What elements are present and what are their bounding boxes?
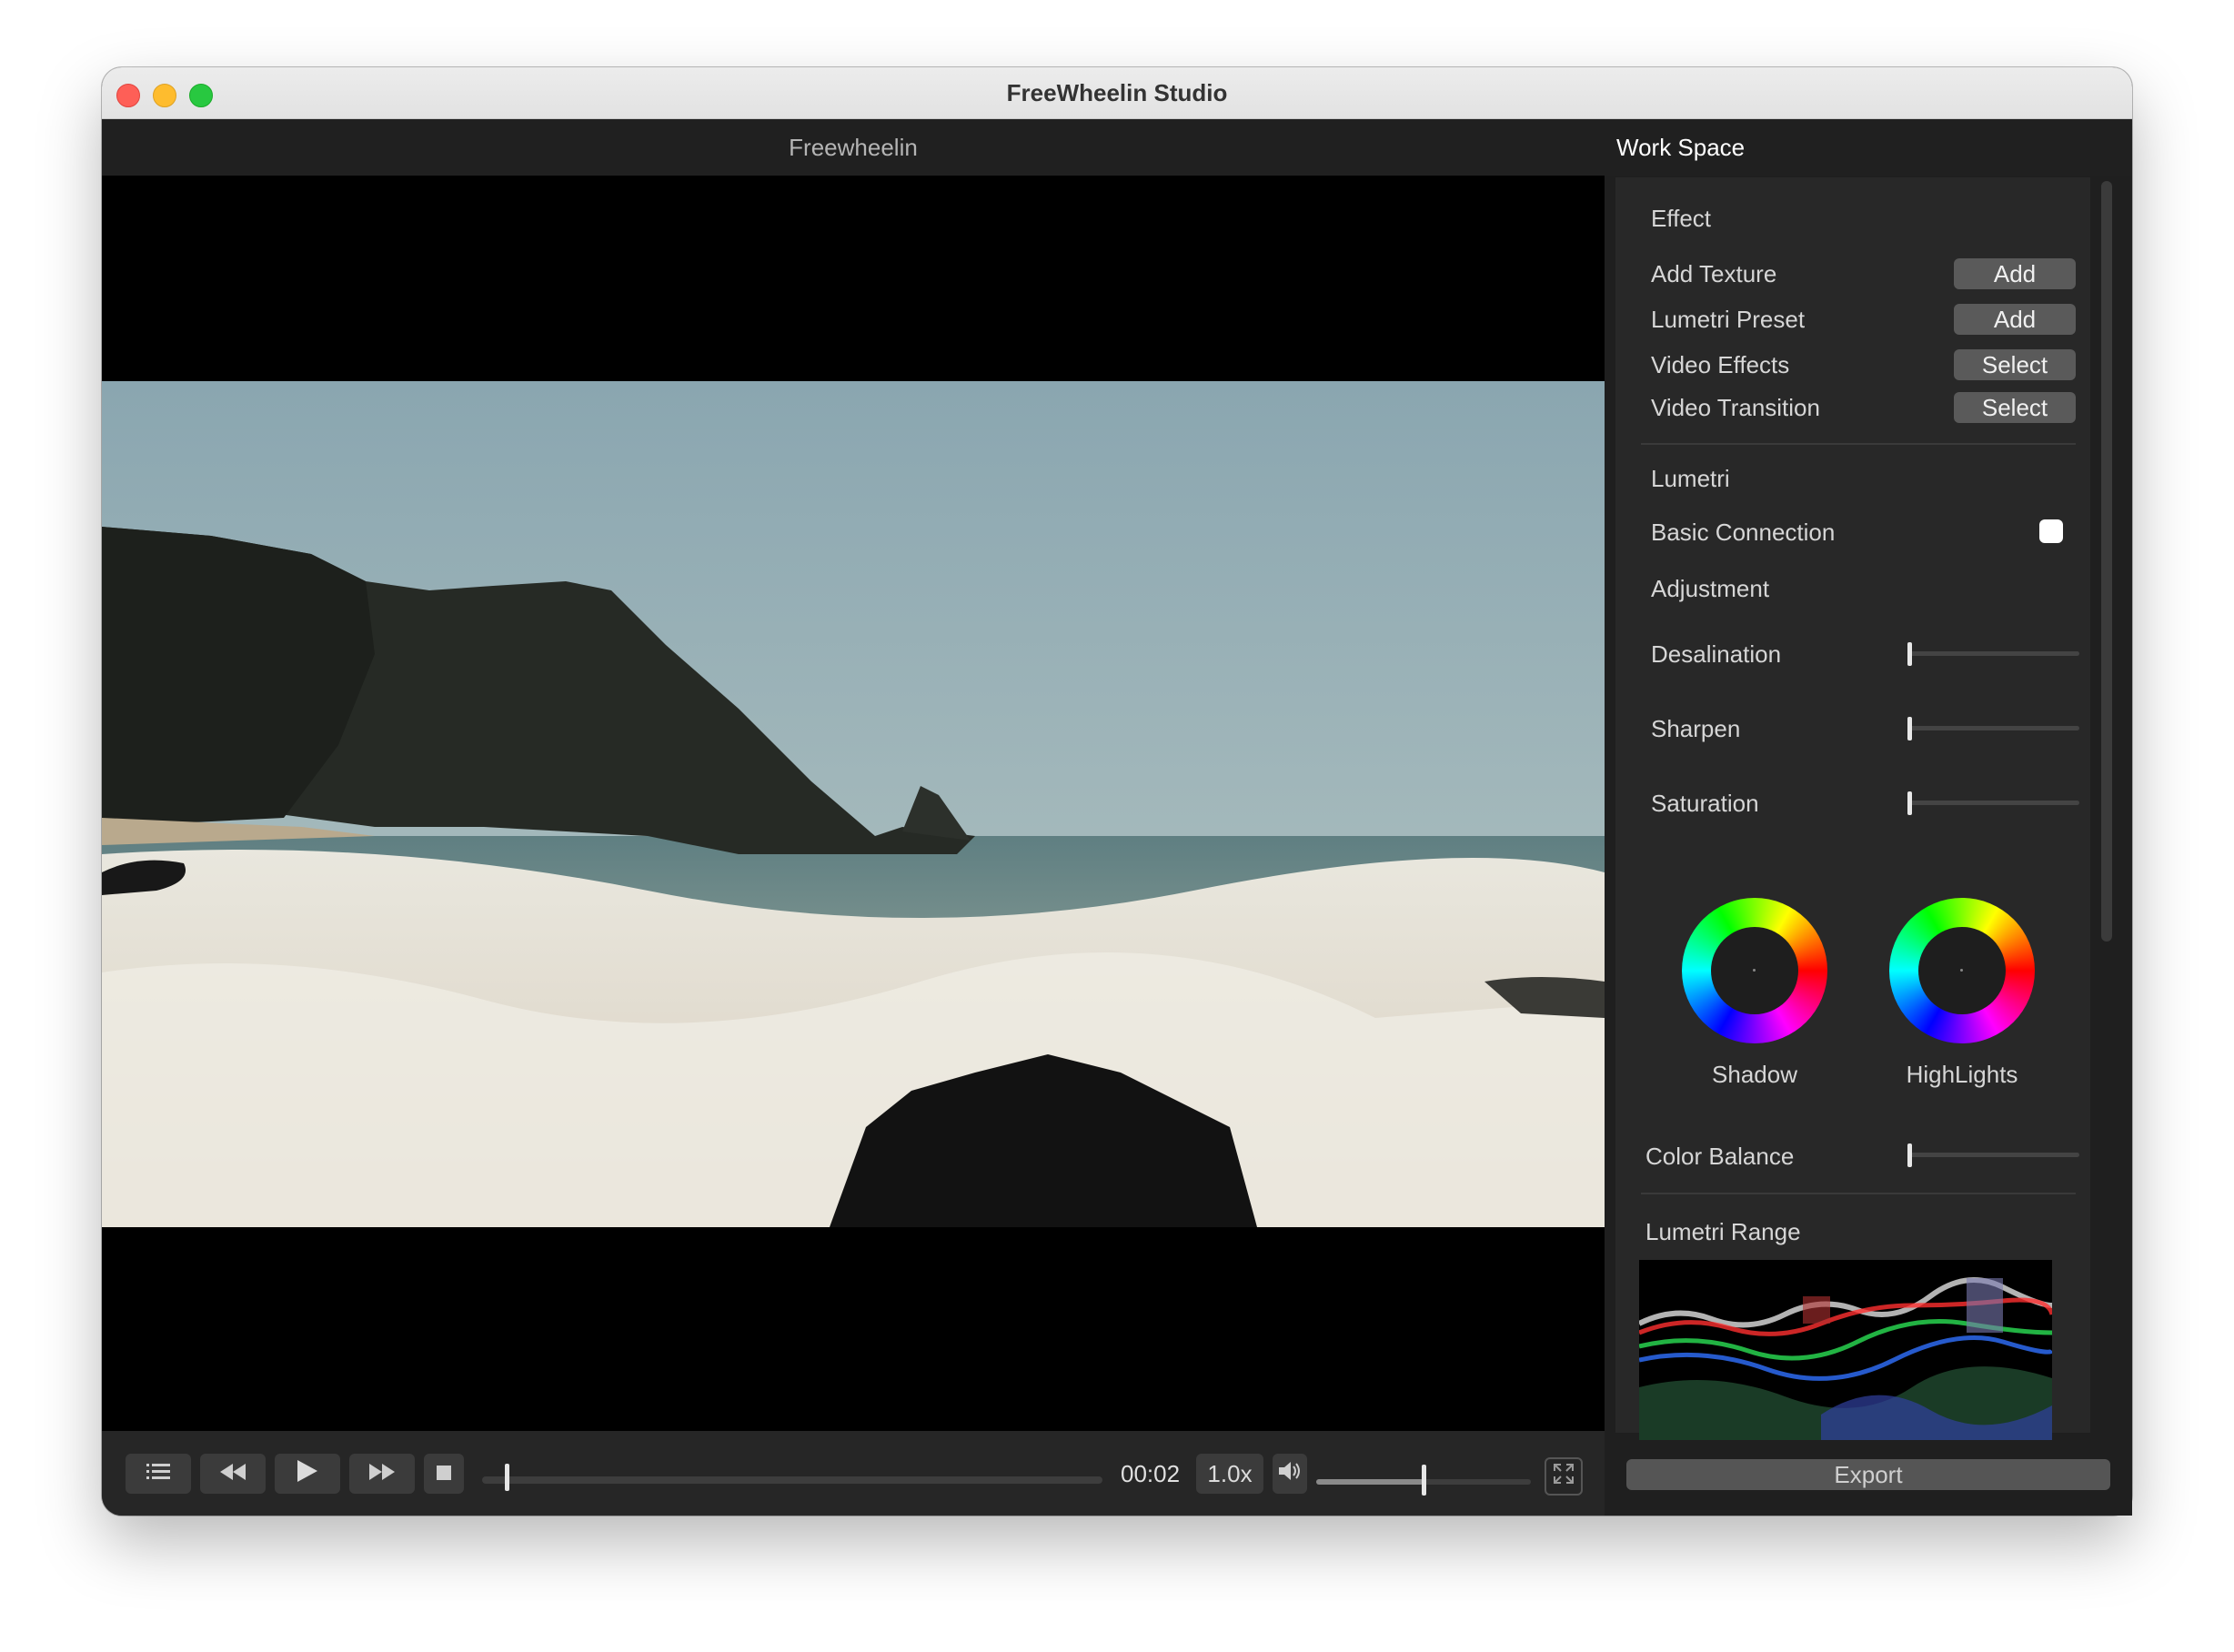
fast-forward-icon bbox=[369, 1462, 395, 1486]
lumetri-divider bbox=[1641, 1193, 2076, 1194]
adjustment-section-title: Adjustment bbox=[1651, 575, 1770, 602]
play-icon bbox=[297, 1460, 317, 1487]
fullscreen-button[interactable] bbox=[1545, 1457, 1583, 1496]
volume-icon bbox=[1279, 1462, 1301, 1486]
add-texture-label: Add Texture bbox=[1651, 260, 1777, 287]
video-effects-label: Video Effects bbox=[1651, 351, 1790, 378]
highlights-label: HighLights bbox=[1906, 1061, 2018, 1088]
video-effects-button[interactable]: Select bbox=[1954, 349, 2076, 380]
video-viewer[interactable] bbox=[102, 176, 1605, 1431]
lumetri-section-title: Lumetri bbox=[1651, 465, 1730, 492]
effect-section-title: Effect bbox=[1651, 205, 1712, 232]
rewind-button[interactable] bbox=[200, 1454, 266, 1494]
workspace-title: Work Space bbox=[1616, 134, 1746, 161]
title-bar: FreeWheelin Studio bbox=[102, 67, 2132, 119]
mute-button[interactable] bbox=[1273, 1454, 1307, 1494]
lumetri-preset-button[interactable]: Add bbox=[1954, 304, 2076, 335]
desalination-slider-thumb[interactable] bbox=[1907, 642, 1912, 666]
lumetri-range-title: Lumetri Range bbox=[1645, 1218, 1801, 1245]
stop-icon bbox=[437, 1462, 451, 1486]
waveform-scope-graphic bbox=[1639, 1260, 2052, 1440]
header-bar: Freewheelin Work Space bbox=[102, 119, 2132, 176]
desalination-label: Desalination bbox=[1651, 640, 1782, 668]
rewind-icon bbox=[220, 1462, 246, 1486]
sharpen-label: Sharpen bbox=[1651, 715, 1741, 742]
color-balance-label: Color Balance bbox=[1645, 1143, 1795, 1170]
basic-connection-label: Basic Connection bbox=[1651, 519, 1836, 546]
saturation-label: Saturation bbox=[1651, 790, 1759, 817]
volume-thumb[interactable] bbox=[1422, 1465, 1426, 1496]
timeline-slider[interactable] bbox=[482, 1476, 1102, 1484]
timeline-playhead[interactable] bbox=[505, 1464, 509, 1491]
viewer-title: Freewheelin bbox=[789, 134, 918, 161]
desalination-slider[interactable] bbox=[1908, 651, 2079, 656]
highlights-wheel-indicator[interactable] bbox=[1960, 969, 1963, 972]
play-button[interactable] bbox=[275, 1454, 340, 1494]
video-frame bbox=[102, 381, 1605, 1227]
playback-speed-button[interactable]: 1.0x bbox=[1196, 1454, 1263, 1494]
volume-fill bbox=[1316, 1479, 1424, 1485]
sharpen-slider[interactable] bbox=[1908, 726, 2079, 730]
playback-controls: 00:02 1.0x bbox=[102, 1431, 1605, 1516]
color-balance-slider[interactable] bbox=[1908, 1153, 2079, 1157]
highlights-wheel-center bbox=[1918, 927, 2006, 1014]
fast-forward-button[interactable] bbox=[349, 1454, 415, 1494]
fullscreen-icon bbox=[1553, 1463, 1575, 1490]
shadow-wheel-center bbox=[1711, 927, 1798, 1014]
color-balance-slider-thumb[interactable] bbox=[1907, 1143, 1912, 1167]
current-time: 00:02 bbox=[1121, 1460, 1181, 1487]
export-button[interactable]: Export bbox=[1626, 1459, 2110, 1490]
beach-scene-image bbox=[102, 381, 1605, 1227]
add-texture-button[interactable]: Add bbox=[1954, 258, 2076, 289]
lumetri-preset-label: Lumetri Preset bbox=[1651, 306, 1806, 333]
list-icon bbox=[146, 1462, 170, 1486]
window-title: FreeWheelin Studio bbox=[1006, 79, 1228, 106]
video-transition-label: Video Transition bbox=[1651, 394, 1820, 421]
shadow-color-wheel[interactable] bbox=[1682, 898, 1827, 1043]
sharpen-slider-thumb[interactable] bbox=[1907, 717, 1912, 740]
stop-button[interactable] bbox=[424, 1454, 464, 1494]
lumetri-range-scope bbox=[1639, 1260, 2052, 1440]
effect-divider bbox=[1641, 443, 2076, 445]
video-transition-button[interactable]: Select bbox=[1954, 392, 2076, 423]
saturation-slider-thumb[interactable] bbox=[1907, 791, 1912, 815]
shadow-wheel-indicator[interactable] bbox=[1753, 969, 1756, 972]
saturation-slider[interactable] bbox=[1908, 801, 2079, 805]
playlist-button[interactable] bbox=[126, 1454, 191, 1494]
basic-connection-checkbox[interactable] bbox=[2039, 519, 2063, 543]
workspace-scrollbar[interactable] bbox=[2101, 181, 2112, 942]
highlights-color-wheel[interactable] bbox=[1889, 898, 2035, 1043]
shadow-label: Shadow bbox=[1712, 1061, 1797, 1088]
